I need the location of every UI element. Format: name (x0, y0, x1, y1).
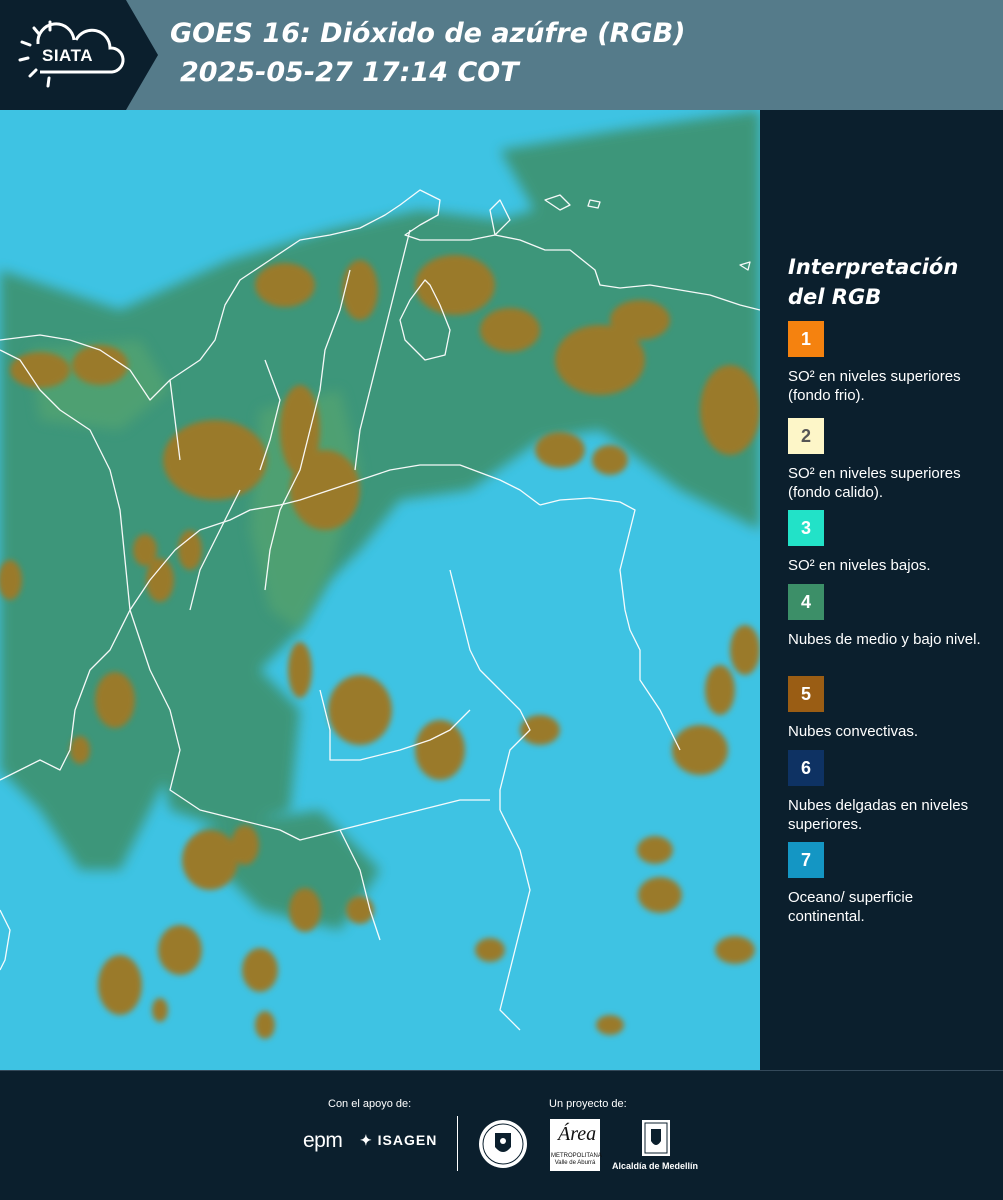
satellite-map[interactable] (0, 110, 760, 1070)
legend-item-2: 2 SO² en niveles superiores (fondo calid… (788, 418, 993, 502)
logo-text: SIATA (42, 46, 93, 65)
project-caption: Un proyecto de: (549, 1098, 627, 1110)
legend-label-2: SO² en niveles superiores (fondo calido)… (788, 465, 961, 501)
legend-item-5: 5 Nubes convectivas. (788, 676, 993, 741)
alcaldia-text: Alcaldía de Medellín (612, 1161, 699, 1171)
legend-item-1: 1 SO² en niveles superiores (fondo frio)… (788, 321, 993, 405)
alcaldia-shield-icon (642, 1120, 670, 1156)
legend-swatch-5: 5 (788, 676, 824, 712)
footer: Con el apoyo de: Un proyecto de: epm ✦ I… (0, 1070, 1003, 1200)
legend-swatch-2: 2 (788, 418, 824, 454)
legend-swatch-4: 4 (788, 584, 824, 620)
legend-item-4: 4 Nubes de medio y bajo nivel. (788, 584, 993, 649)
amva-letter: Área (558, 1123, 597, 1145)
support-caption: Con el apoyo de: (328, 1098, 412, 1110)
header: SIATA GOES 16: Dióxido de azúfre (RGB) 2… (0, 0, 1003, 110)
isagen-icon: ✦ (360, 1132, 373, 1148)
legend-item-3: 3 SO² en niveles bajos. (788, 510, 993, 575)
footer-divider (457, 1116, 458, 1171)
legend-label-1: SO² en niveles superiores (fondo frio). (788, 368, 961, 404)
legend-swatch-6: 6 (788, 750, 824, 786)
isagen-logo: ✦ ISAGEN (360, 1132, 437, 1149)
medellin-seal-icon (479, 1120, 527, 1168)
legend-title: Interpretación del RGB (788, 255, 959, 309)
page-title: GOES 16: Dióxido de azúfre (RGB) (170, 18, 686, 49)
isagen-text: ISAGEN (377, 1132, 438, 1148)
legend-label-4: Nubes de medio y bajo nivel. (788, 631, 981, 648)
page-timestamp: 2025-05-27 17:14 COT (180, 57, 519, 88)
legend-item-6: 6 Nubes delgadas en niveles superiores. (788, 750, 993, 834)
legend-panel: Interpretación del RGB 1 SO² en niveles … (760, 110, 1003, 1070)
legend-item-7: 7 Oceano/ superficie continental. (788, 842, 993, 926)
epm-logo: epm (303, 1129, 343, 1152)
legend-label-3: SO² en niveles bajos. (788, 557, 931, 574)
amva-subtitle: METROPOLITANA Valle de Aburrá (551, 1153, 602, 1166)
legend-swatch-7: 7 (788, 842, 824, 878)
siata-logo: SIATA (0, 0, 158, 110)
legend-label-7: Oceano/ superficie continental. (788, 889, 914, 925)
legend-label-6: Nubes delgadas en niveles superiores. (788, 797, 969, 833)
legend-swatch-1: 1 (788, 321, 824, 357)
legend-label-5: Nubes convectivas. (788, 723, 919, 740)
map-canvas (0, 110, 760, 1070)
area-metropolitana-logo: Área METROPOLITANA Valle de Aburrá (550, 1119, 602, 1171)
legend-swatch-3: 3 (788, 510, 824, 546)
